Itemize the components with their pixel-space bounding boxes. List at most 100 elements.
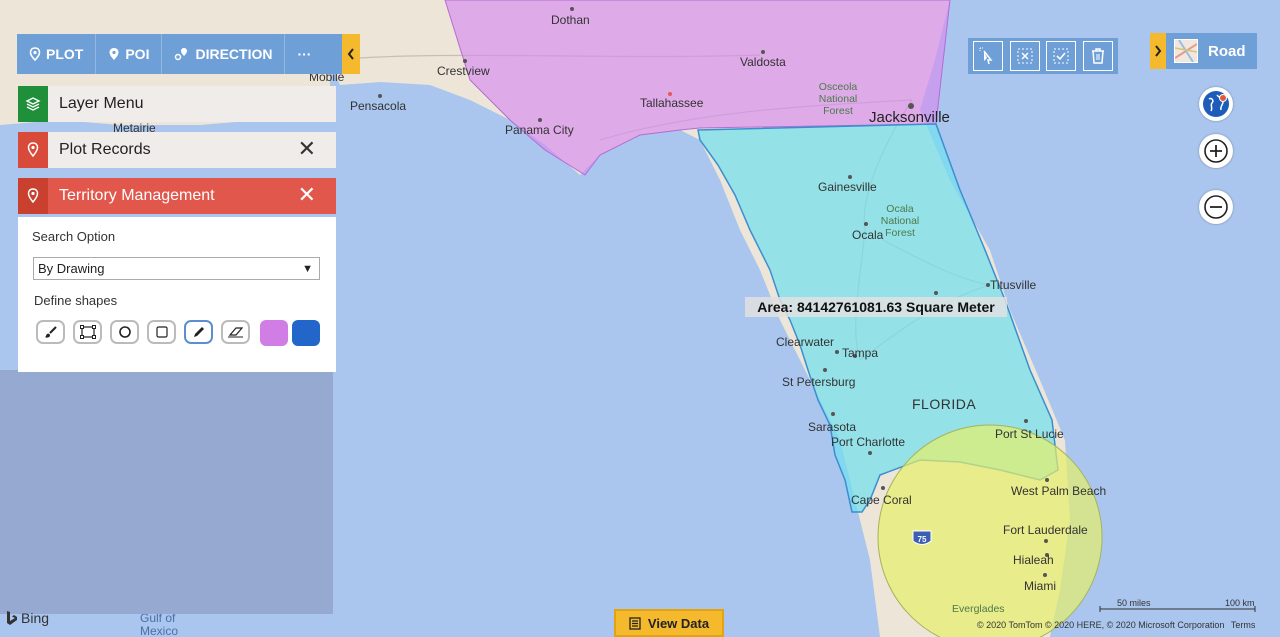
poi-button[interactable]: POI bbox=[96, 34, 163, 74]
poi-label: POI bbox=[125, 46, 150, 62]
select-tool-button[interactable] bbox=[973, 41, 1004, 71]
list-icon bbox=[629, 616, 641, 630]
zoom-out-button[interactable] bbox=[1199, 190, 1233, 224]
scale-miles: 50 miles bbox=[1117, 598, 1151, 608]
map-type-expand-button[interactable] bbox=[1150, 33, 1166, 69]
more-button[interactable]: ··· bbox=[285, 46, 323, 62]
delete-button[interactable] bbox=[1082, 41, 1113, 71]
close-icon[interactable]: ✕ bbox=[298, 138, 316, 160]
direction-button[interactable]: DIRECTION bbox=[162, 34, 286, 74]
label-st-petersburg: St Petersburg bbox=[782, 375, 855, 389]
polygon-tool-button[interactable] bbox=[73, 320, 102, 344]
interstate-shield-icon: 75 bbox=[912, 530, 932, 545]
label-hialeah: Hialeah bbox=[1013, 553, 1054, 567]
eraser-icon bbox=[227, 327, 243, 338]
bing-label: Bing bbox=[21, 610, 50, 626]
territory-management-label: Territory Management bbox=[59, 187, 215, 204]
circle-icon bbox=[118, 326, 131, 338]
label-dothan: Dothan bbox=[551, 13, 590, 27]
label-port-charlotte: Port Charlotte bbox=[831, 435, 905, 449]
color-swatch-purple[interactable] bbox=[260, 320, 288, 346]
confirm-selection-button[interactable] bbox=[1046, 41, 1077, 71]
locate-button[interactable] bbox=[1199, 87, 1233, 121]
label-gulf-2: Mexico bbox=[140, 624, 178, 637]
poi-icon bbox=[109, 48, 119, 60]
panel-background bbox=[0, 370, 333, 614]
label-west-palm-beach: West Palm Beach bbox=[1011, 484, 1106, 498]
svg-text:75: 75 bbox=[918, 535, 927, 544]
clear-selection-icon bbox=[1017, 48, 1033, 64]
pencil-tool-button[interactable] bbox=[184, 320, 213, 344]
close-icon[interactable]: ✕ bbox=[298, 184, 316, 206]
plot-records-row[interactable]: Plot Records ✕ bbox=[18, 132, 336, 168]
bing-logo: Bing bbox=[6, 610, 49, 626]
label-cape-coral: Cape Coral bbox=[851, 493, 912, 507]
label-clearwater: Clearwater bbox=[776, 335, 834, 349]
label-fort-lauderdale: Fort Lauderdale bbox=[1003, 523, 1088, 537]
label-valdosta: Valdosta bbox=[740, 55, 786, 69]
define-shapes-label: Define shapes bbox=[34, 293, 118, 308]
trash-icon bbox=[1091, 48, 1104, 64]
direction-label: DIRECTION bbox=[195, 46, 273, 62]
search-option-value: By Drawing bbox=[38, 261, 105, 276]
view-data-button[interactable]: View Data bbox=[614, 609, 724, 637]
label-tallahassee: Tallahassee bbox=[640, 96, 704, 110]
layer-menu-row[interactable]: Layer Menu bbox=[18, 86, 336, 122]
label-ocala-forest-3: Forest bbox=[885, 227, 915, 239]
chevron-left-icon bbox=[347, 48, 354, 60]
plot-records-label: Plot Records bbox=[59, 141, 151, 158]
brush-icon bbox=[44, 326, 57, 338]
label-osceola-1: Osceola bbox=[819, 81, 858, 93]
collapse-panel-button[interactable] bbox=[342, 34, 360, 74]
map-type-label: Road bbox=[1208, 42, 1246, 60]
label-tampa: Tampa bbox=[842, 346, 878, 360]
label-ocala-forest-2: National bbox=[881, 215, 920, 227]
label-panama-city: Panama City bbox=[505, 123, 574, 137]
minus-icon bbox=[1204, 195, 1228, 219]
copyright-text: © 2020 TomTom © 2020 HERE, © 2020 Micros… bbox=[977, 620, 1255, 630]
rectangle-tool-button[interactable] bbox=[147, 320, 176, 344]
label-crestview: Crestview bbox=[437, 64, 490, 78]
check-selection-icon bbox=[1053, 48, 1069, 64]
brush-tool-button[interactable] bbox=[36, 320, 65, 344]
terms-link[interactable]: Terms bbox=[1231, 620, 1256, 630]
globe-locate-icon bbox=[1203, 91, 1229, 117]
square-icon bbox=[155, 326, 168, 338]
label-pensacola: Pensacola bbox=[350, 99, 406, 113]
label-osceola-3: Forest bbox=[823, 105, 853, 117]
pin-icon bbox=[29, 47, 41, 61]
search-option-label: Search Option bbox=[32, 229, 116, 244]
bing-icon bbox=[7, 611, 17, 625]
pin-icon bbox=[18, 132, 48, 168]
road-map-thumbnail-icon bbox=[1174, 39, 1198, 63]
eraser-tool-button[interactable] bbox=[221, 320, 250, 344]
polygon-icon bbox=[79, 325, 96, 339]
label-titusville: Titusville bbox=[990, 278, 1037, 292]
chevron-right-icon bbox=[1155, 45, 1162, 57]
zoom-in-button[interactable] bbox=[1199, 134, 1233, 168]
view-data-label: View Data bbox=[647, 615, 710, 631]
scale-km: 100 km bbox=[1225, 598, 1255, 608]
clear-selection-button[interactable] bbox=[1009, 41, 1040, 71]
territory-management-row[interactable]: Territory Management ✕ bbox=[18, 178, 336, 214]
copyright-label: © 2020 TomTom © 2020 HERE, © 2020 Micros… bbox=[977, 620, 1225, 630]
color-swatch-blue[interactable] bbox=[292, 320, 320, 346]
circle-tool-button[interactable] bbox=[110, 320, 139, 344]
pin-icon bbox=[18, 178, 48, 214]
label-florida: FLORIDA bbox=[912, 396, 976, 412]
label-osceola-2: National bbox=[819, 93, 858, 105]
top-nav: PLOT POI DIRECTION ··· bbox=[17, 34, 342, 74]
map-type-road-button[interactable]: Road bbox=[1166, 33, 1257, 69]
pencil-icon bbox=[193, 327, 204, 337]
label-jacksonville: Jacksonville bbox=[869, 109, 950, 126]
search-option-select[interactable]: By Drawing ▼ bbox=[33, 257, 320, 280]
drawing-toolbar bbox=[968, 38, 1118, 74]
layers-icon bbox=[18, 86, 48, 122]
plot-button[interactable]: PLOT bbox=[17, 34, 97, 74]
label-miami: Miami bbox=[1024, 579, 1056, 593]
label-ocala: Ocala bbox=[852, 228, 884, 242]
plot-label: PLOT bbox=[46, 46, 84, 62]
chevron-down-icon: ▼ bbox=[302, 263, 313, 275]
label-ocala-forest-1: Ocala bbox=[886, 203, 914, 215]
direction-icon bbox=[175, 48, 188, 61]
